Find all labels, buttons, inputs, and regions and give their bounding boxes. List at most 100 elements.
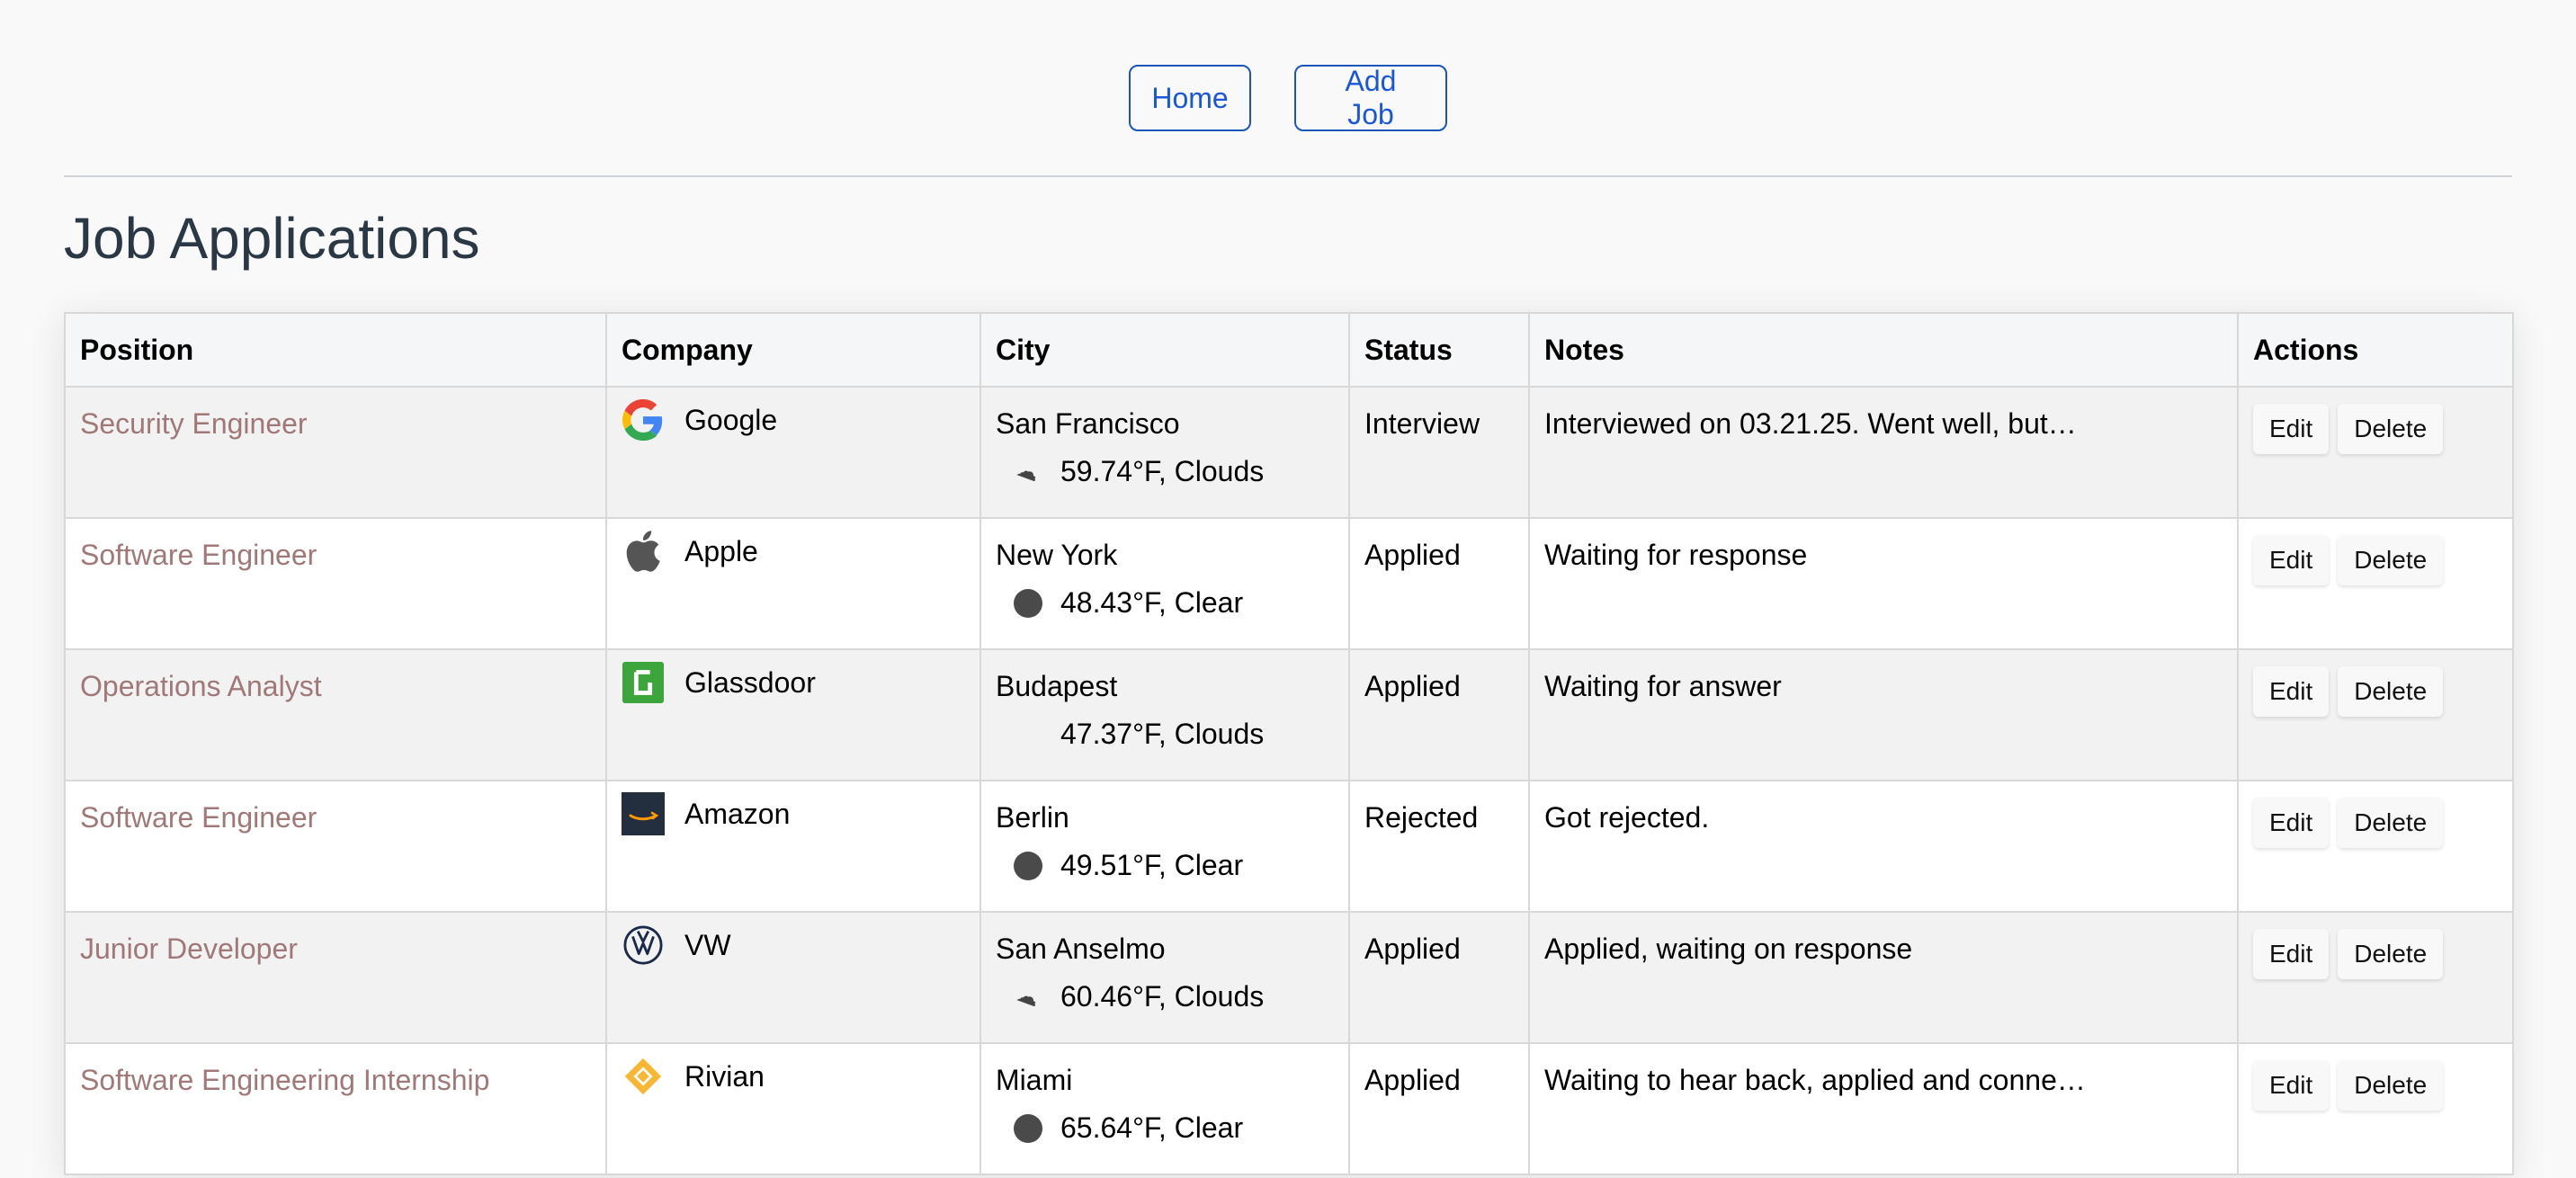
- weather-info: ☁ 59.74°F, Clouds: [996, 455, 1334, 488]
- edit-button[interactable]: Edit: [2253, 404, 2330, 454]
- company-name: Amazon: [684, 797, 791, 830]
- table-row: Operations Analyst Glassdoor Budapest 47…: [64, 648, 2514, 781]
- status-cell: Interview: [1348, 386, 1530, 519]
- company-name: Glassdoor: [684, 665, 816, 699]
- position-cell: Junior Developer: [64, 911, 607, 1044]
- city-cell: Miami 65.64°F, Clear: [979, 1042, 1350, 1175]
- notes-cell: Waiting to hear back, applied and conne…: [1528, 1042, 2239, 1175]
- company-cell: VW: [605, 911, 981, 1044]
- status-cell: Applied: [1348, 1042, 1530, 1175]
- delete-button[interactable]: Delete: [2338, 929, 2444, 979]
- delete-button[interactable]: Delete: [2338, 404, 2444, 454]
- add-job-button[interactable]: Add Job: [1294, 65, 1447, 131]
- weather-info: 65.64°F, Clear: [996, 1111, 1334, 1145]
- actions-cell: Edit Delete: [2237, 648, 2514, 781]
- edit-button[interactable]: Edit: [2253, 1060, 2330, 1111]
- position-link[interactable]: Software Engineer: [80, 801, 317, 834]
- notes-text: Applied, waiting on response: [1544, 933, 1913, 965]
- page-title: Job Applications: [64, 206, 480, 271]
- delete-button[interactable]: Delete: [2338, 1060, 2444, 1111]
- weather-text: 59.74°F, Clouds: [1060, 455, 1265, 487]
- notes-cell: Got rejected.: [1528, 780, 2239, 913]
- city-cell: San Anselmo ☁ 60.46°F, Clouds: [979, 911, 1350, 1044]
- clouds-icon: ☁: [1014, 981, 1042, 1013]
- position-link[interactable]: Operations Analyst: [80, 670, 322, 702]
- clouds-icon: ☁: [1014, 456, 1042, 487]
- position-cell: Software Engineer: [64, 517, 607, 650]
- status-text: Rejected: [1364, 801, 1479, 834]
- notes-cell: Applied, waiting on response: [1528, 911, 2239, 1044]
- weather-text: 48.43°F, Clear: [1060, 586, 1244, 619]
- city-cell: San Francisco ☁ 59.74°F, Clouds: [979, 386, 1350, 519]
- position-cell: Operations Analyst: [64, 648, 607, 781]
- city-cell: New York 48.43°F, Clear: [979, 517, 1350, 650]
- table-header-row: Position Company City Status Notes Actio…: [64, 312, 2514, 388]
- city-name: Budapest: [996, 670, 1118, 702]
- amazon-logo: [622, 792, 665, 835]
- notes-text: Got rejected.: [1544, 801, 1710, 834]
- header-actions: Actions: [2237, 312, 2514, 388]
- status-cell: Applied: [1348, 911, 1530, 1044]
- top-nav: Home Add Job: [0, 65, 2576, 131]
- city-name: San Francisco: [996, 407, 1180, 440]
- weather-info: 47.37°F, Clouds: [996, 718, 1334, 751]
- position-link[interactable]: Junior Developer: [80, 933, 298, 965]
- actions-cell: Edit Delete: [2237, 780, 2514, 913]
- position-link[interactable]: Software Engineering Internship: [80, 1064, 489, 1096]
- notes-cell: Interviewed on 03.21.25. Went well, but…: [1528, 386, 2239, 519]
- position-link[interactable]: Security Engineer: [80, 407, 308, 440]
- city-name: Berlin: [996, 801, 1069, 834]
- status-text: Applied: [1364, 670, 1461, 702]
- google-logo: [622, 398, 665, 442]
- table-row: Software Engineer Apple New York 48.43°F…: [64, 517, 2514, 650]
- edit-button[interactable]: Edit: [2253, 535, 2330, 585]
- header-city: City: [979, 312, 1350, 388]
- edit-button[interactable]: Edit: [2253, 929, 2330, 979]
- company-cell: Apple: [605, 517, 981, 650]
- city-cell: Budapest 47.37°F, Clouds: [979, 648, 1350, 781]
- company-name: Google: [684, 403, 778, 436]
- city-name: New York: [996, 539, 1118, 571]
- status-text: Applied: [1364, 933, 1461, 965]
- rivian-logo: [622, 1055, 665, 1098]
- applications-table: Position Company City Status Notes Actio…: [64, 312, 2514, 1175]
- status-cell: Rejected: [1348, 780, 1530, 913]
- delete-button[interactable]: Delete: [2338, 535, 2444, 585]
- status-cell: Applied: [1348, 517, 1530, 650]
- city-cell: Berlin 49.51°F, Clear: [979, 780, 1350, 913]
- applications-table-container: Position Company City Status Notes Actio…: [64, 312, 2514, 1175]
- company-name: Rivian: [684, 1059, 765, 1093]
- delete-button[interactable]: Delete: [2338, 798, 2444, 848]
- status-text: Applied: [1364, 1064, 1461, 1096]
- position-link[interactable]: Software Engineer: [80, 539, 317, 571]
- notes-text: Waiting for response: [1544, 539, 1808, 571]
- apple-logo: [622, 530, 665, 573]
- weather-text: 49.51°F, Clear: [1060, 849, 1244, 881]
- table-row: Software Engineering Internship Rivian M…: [64, 1042, 2514, 1175]
- header-status: Status: [1348, 312, 1530, 388]
- position-cell: Software Engineer: [64, 780, 607, 913]
- weather-info: 49.51°F, Clear: [996, 849, 1334, 882]
- header-notes: Notes: [1528, 312, 2239, 388]
- header-company: Company: [605, 312, 981, 388]
- edit-button[interactable]: Edit: [2253, 666, 2330, 717]
- status-text: Interview: [1364, 407, 1480, 440]
- city-name: Miami: [996, 1064, 1073, 1096]
- actions-cell: Edit Delete: [2237, 911, 2514, 1044]
- status-text: Applied: [1364, 539, 1461, 571]
- glassdoor-logo: [622, 661, 665, 704]
- delete-button[interactable]: Delete: [2338, 666, 2444, 717]
- home-button[interactable]: Home: [1129, 65, 1251, 131]
- vw-logo: [622, 924, 665, 967]
- company-name: Apple: [684, 534, 758, 567]
- position-cell: Software Engineering Internship: [64, 1042, 607, 1175]
- edit-button[interactable]: Edit: [2253, 798, 2330, 848]
- company-cell: Amazon: [605, 780, 981, 913]
- weather-info: ☁ 60.46°F, Clouds: [996, 980, 1334, 1013]
- company-cell: Rivian: [605, 1042, 981, 1175]
- company-cell: Glassdoor: [605, 648, 981, 781]
- clear-icon: [996, 851, 1060, 880]
- table-row: Software Engineer Amazon Berlin 49.51°F,…: [64, 780, 2514, 913]
- table-row: Security Engineer Google San Francisco ☁…: [64, 386, 2514, 519]
- table-row: Junior Developer VW San Anselmo ☁ 60.46°…: [64, 911, 2514, 1044]
